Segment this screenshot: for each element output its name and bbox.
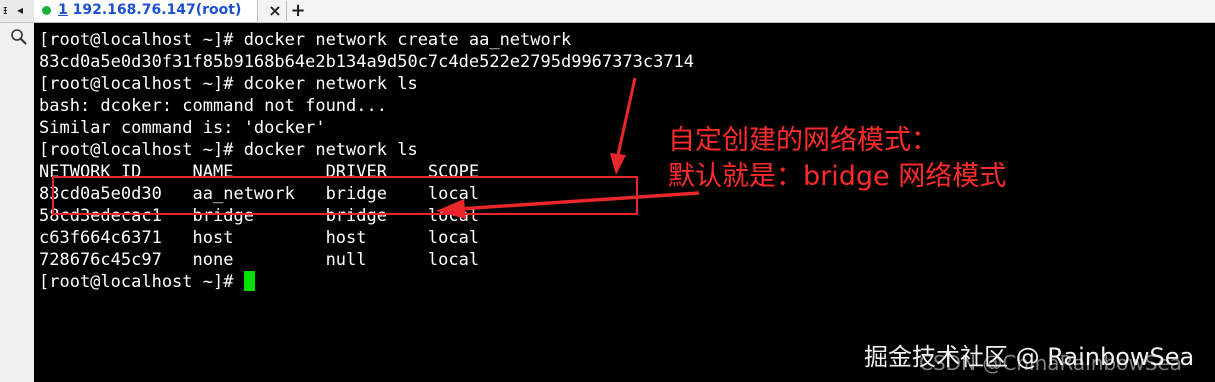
close-tab-button[interactable]: ×	[264, 1, 287, 21]
terminal-screen[interactable]: [root@localhost ~]# docker network creat…	[34, 23, 1215, 382]
collapse-arrow-icon[interactable]: ◂	[17, 3, 23, 17]
session-tab-number: 1	[58, 2, 68, 18]
terminal-line: [root@localhost ~]# docker network ls	[39, 140, 418, 160]
terminal-prompt-line[interactable]: [root@localhost ~]#	[39, 271, 694, 293]
session-tab[interactable]: 1 192.168.76.147(root)	[34, 0, 258, 22]
annotation-text-custom-network: 自定创建的网络模式：	[668, 125, 938, 156]
left-panel-header: ᵻ ◂	[0, 0, 34, 23]
add-tab-button[interactable]: +	[288, 1, 308, 21]
terminal-line: c63f664c6371 host host local	[39, 228, 480, 248]
session-tab-title: 192.168.76.147(root)	[72, 2, 242, 18]
terminal-line: 58cd3edecac1 bridge bridge local	[39, 206, 480, 226]
terminal-line: 728676c45c97 none null local	[39, 250, 480, 270]
search-icon[interactable]	[10, 28, 28, 46]
pin-icon[interactable]: ᵻ	[3, 3, 7, 17]
terminal-line: bash: dcoker: command not found...	[39, 96, 387, 116]
terminal-cursor	[243, 271, 255, 291]
watermark-juejin: 掘金技术社区 @ RainbowSea	[864, 343, 1195, 371]
session-tab-label: 1 192.168.76.147(root)	[58, 2, 241, 18]
terminal-line: 83cd0a5e0d30f31f85b9168b64e2b134a9d50c7c…	[39, 52, 695, 72]
terminal-line: [root@localhost ~]# docker network creat…	[39, 30, 572, 50]
terminal-line: NETWORK ID NAME DRIVER SCOPE	[39, 162, 480, 182]
left-side-panel: ᵻ ◂	[0, 0, 35, 382]
annotation-text-default-bridge: 默认就是：bridge 网络模式	[668, 161, 1007, 192]
connected-status-icon	[42, 6, 51, 15]
session-tab-bar: 1 192.168.76.147(root) × +	[34, 0, 1215, 23]
terminal-output: [root@localhost ~]# docker network creat…	[39, 29, 694, 293]
terminal-line: 83cd0a5e0d30 aa_network bridge local	[39, 184, 480, 204]
terminal-line: Similar command is: 'docker'	[39, 118, 326, 138]
terminal-line: [root@localhost ~]# dcoker network ls	[39, 74, 418, 94]
terminal-prompt: [root@localhost ~]#	[39, 272, 244, 292]
